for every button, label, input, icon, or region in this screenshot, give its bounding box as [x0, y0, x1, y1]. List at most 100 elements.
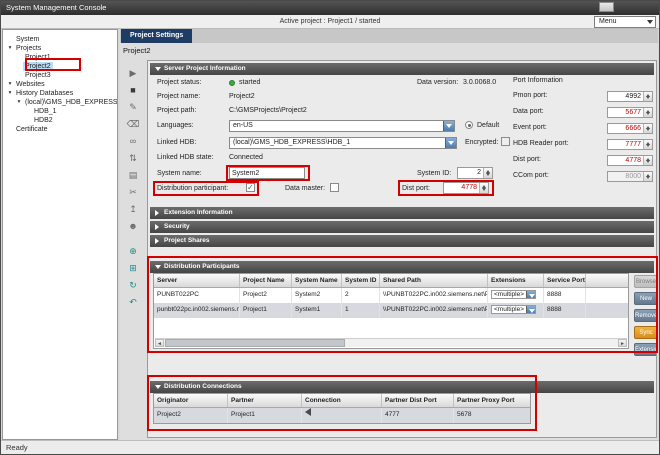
- spinner-arrows-icon[interactable]: [483, 168, 492, 178]
- restore-icon[interactable]: ↶: [120, 294, 146, 311]
- delete-icon[interactable]: ⌫: [120, 116, 146, 133]
- upgrade-icon[interactable]: ↥: [120, 201, 146, 218]
- system-id-stepper[interactable]: 2: [457, 167, 493, 179]
- section-header-project-shares[interactable]: Project Shares: [150, 235, 654, 247]
- extensions-dropdown[interactable]: <multiple>: [491, 305, 536, 314]
- cell-partner-proxy-port: 5678: [454, 408, 530, 423]
- spinner-arrows-icon[interactable]: [643, 156, 652, 165]
- chevron-down-icon[interactable]: [526, 306, 535, 313]
- copy-icon[interactable]: ⊞: [120, 260, 146, 277]
- tree-item-gms-hdb-express[interactable]: ▾ (local)\GMS_HDB_EXPRESS: [3, 98, 117, 107]
- column-header-system-id[interactable]: System ID: [342, 274, 380, 287]
- tree-item-label: Project1: [23, 53, 53, 62]
- backup-icon[interactable]: ✂: [120, 184, 146, 201]
- column-header-project-name[interactable]: Project Name: [240, 274, 292, 287]
- section-header-distribution-participants[interactable]: Distribution Participants: [150, 261, 654, 273]
- tree-item-project3[interactable]: Project3: [3, 71, 117, 80]
- column-header-extensions[interactable]: Extensions: [488, 274, 544, 287]
- remove-button[interactable]: Remove: [634, 309, 657, 322]
- scroll-right-icon[interactable]: ►: [618, 339, 627, 347]
- section-header-security[interactable]: Security: [150, 221, 654, 233]
- spinner-arrows-icon[interactable]: [643, 124, 652, 133]
- section-header-distribution-connections[interactable]: Distribution Connections: [150, 381, 654, 393]
- scrollbar-thumb[interactable]: [165, 339, 345, 347]
- dist-port-stepper[interactable]: 4778: [443, 182, 489, 194]
- linked-hdb-state-label: Linked HDB state:: [157, 154, 213, 161]
- linked-hdb-dropdown[interactable]: (local)\GMS_HDB_EXPRESS\HDB_1: [229, 137, 457, 149]
- tree-item-websites[interactable]: ▾ Websites: [3, 80, 117, 89]
- tab-project-settings[interactable]: Project Settings: [121, 29, 192, 43]
- stop-icon[interactable]: ■: [120, 82, 146, 99]
- dist-port-info-value: 4778: [610, 156, 641, 166]
- tree-item-project1[interactable]: Project1: [3, 53, 117, 62]
- tree-item-hdb2[interactable]: HDB2: [3, 116, 117, 125]
- column-header-connection[interactable]: Connection: [302, 394, 382, 407]
- table-row[interactable]: Project2 Project1 4777 5678: [154, 408, 530, 423]
- sync-button[interactable]: Sync: [634, 326, 657, 339]
- column-header-system-name[interactable]: System Name: [292, 274, 342, 287]
- tree-item-certificate[interactable]: Certificate: [3, 125, 117, 134]
- horizontal-scrollbar[interactable]: ◄ ►: [155, 338, 627, 347]
- cell-partner: Project1: [228, 408, 302, 423]
- system-id-value: 2: [460, 168, 481, 178]
- event-port-stepper[interactable]: 6666: [607, 123, 653, 134]
- tree-item-history-databases[interactable]: ▾ History Databases: [3, 89, 117, 98]
- system-name-input[interactable]: [229, 167, 305, 179]
- data-master-checkbox[interactable]: [330, 183, 339, 192]
- spinner-arrows-icon[interactable]: [643, 92, 652, 101]
- link-hdb-icon[interactable]: ∞: [120, 133, 146, 150]
- section-header-extension-information[interactable]: Extension Information: [150, 207, 654, 219]
- project-subtitle: Project2: [123, 46, 151, 55]
- column-header-partner[interactable]: Partner: [228, 394, 302, 407]
- data-port-stepper[interactable]: 5677: [607, 107, 653, 118]
- expand-arrow-icon[interactable]: ▾: [6, 80, 14, 89]
- users-icon[interactable]: ☻: [120, 218, 146, 235]
- tree-item-hdb-1[interactable]: HDB_1: [3, 107, 117, 116]
- chevron-down-icon[interactable]: [443, 121, 454, 131]
- tree-item-project2[interactable]: Project2: [3, 62, 117, 71]
- column-header-service-port[interactable]: Service Port: [544, 274, 586, 287]
- table-row[interactable]: PUNBT022PC Project2 System2 2 \\PUNBT022…: [154, 288, 628, 303]
- status-dot-icon: [229, 80, 235, 86]
- default-language-radio[interactable]: [465, 121, 473, 129]
- data-version-value: 3.0.0068.0: [463, 79, 496, 86]
- chevron-down-icon[interactable]: [526, 291, 535, 298]
- scroll-left-icon[interactable]: ◄: [155, 339, 164, 347]
- column-header-partner-proxy-port[interactable]: Partner Proxy Port: [454, 394, 530, 407]
- compress-icon[interactable]: ⇅: [120, 150, 146, 167]
- window-menu-button[interactable]: [599, 2, 614, 12]
- languages-dropdown[interactable]: en-US: [229, 120, 455, 132]
- port-information-group: Port Information Pmon port: 4992 Data po…: [509, 77, 655, 189]
- add-icon[interactable]: ⊕: [120, 243, 146, 260]
- hdb-reader-port-stepper[interactable]: 7777: [607, 139, 653, 150]
- menu-dropdown[interactable]: Menu: [594, 16, 656, 28]
- tree-item-projects[interactable]: ▾ Projects: [3, 44, 117, 53]
- column-header-originator[interactable]: Originator: [154, 394, 228, 407]
- extensions-button[interactable]: Extensions: [634, 343, 657, 356]
- extensions-dropdown[interactable]: <multiple>: [491, 290, 536, 299]
- dist-port-info-label: Dist port:: [513, 156, 541, 163]
- ccom-port-value: 8000: [610, 172, 641, 182]
- section-header-server-project-information[interactable]: Server Project Information: [150, 63, 654, 75]
- column-header-shared-path[interactable]: Shared Path: [380, 274, 488, 287]
- column-header-partner-dist-port[interactable]: Partner Dist Port: [382, 394, 454, 407]
- new-button[interactable]: New: [634, 292, 657, 305]
- dist-port-info-stepper[interactable]: 4778: [607, 155, 653, 166]
- tree-item-system[interactable]: System: [3, 35, 117, 44]
- edit-icon[interactable]: ✎: [120, 99, 146, 116]
- expand-arrow-icon[interactable]: ▾: [15, 98, 23, 107]
- expand-arrow-icon[interactable]: ▾: [6, 44, 14, 53]
- spinner-arrows-icon[interactable]: [643, 108, 652, 117]
- spinner-arrows-icon[interactable]: [643, 140, 652, 149]
- chevron-down-icon[interactable]: [445, 138, 456, 148]
- expand-arrow-icon[interactable]: ▾: [6, 89, 14, 98]
- browse-button[interactable]: Browse: [634, 275, 657, 288]
- spinner-arrows-icon[interactable]: [479, 183, 488, 193]
- distribution-participant-checkbox[interactable]: [246, 183, 255, 192]
- column-header-server[interactable]: Server: [154, 274, 240, 287]
- table-row[interactable]: punbt022pc.in002.siemens.net Project1 Sy…: [154, 303, 628, 318]
- refresh-icon[interactable]: ↻: [120, 277, 146, 294]
- save-icon[interactable]: ▤: [120, 167, 146, 184]
- pmon-port-stepper[interactable]: 4992: [607, 91, 653, 102]
- start-icon[interactable]: ▶: [120, 65, 146, 82]
